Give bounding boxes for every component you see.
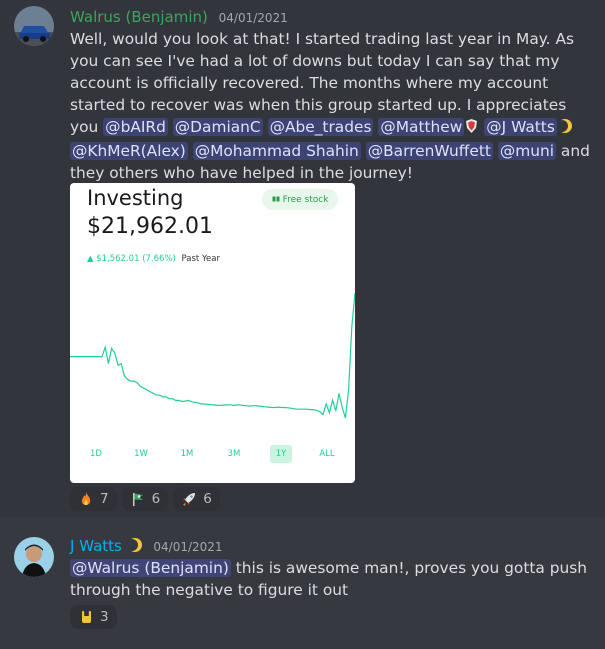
user-mention[interactable]: @Abe_trades [267, 118, 374, 136]
message-text [188, 142, 193, 160]
image-attachment[interactable]: Investing $21,962.01 Free stock ▲ $1,562… [70, 183, 355, 483]
range-tab-all[interactable]: ALL [316, 445, 338, 463]
reaction-count: 3 [100, 609, 109, 625]
moon-emoji [555, 118, 573, 140]
avatar-walrus[interactable] [14, 6, 54, 46]
message-header: J Watts 04/01/2021 [70, 537, 223, 557]
message-text [263, 118, 268, 136]
shield-emoji [464, 118, 479, 140]
message-walrus: Walrus (Benjamin) 04/01/2021 Well, would… [0, 0, 605, 517]
author-name[interactable]: Walrus (Benjamin) [70, 8, 208, 26]
range-tab-1m[interactable]: 1M [176, 445, 198, 463]
reactions: 3 [70, 605, 117, 629]
reaction-fire[interactable]: 7 [70, 487, 117, 511]
user-mention[interactable]: @Matthew [378, 118, 465, 136]
author-name[interactable]: J Watts [70, 537, 122, 555]
timestamp: 04/01/2021 [218, 11, 288, 25]
flag-icon [130, 491, 146, 507]
message-content: Well, would you look at that! I started … [70, 28, 590, 184]
change-summary: ▲ $1,562.01 (7.66%) Past Year [87, 254, 220, 264]
user-mention[interactable]: @muni [497, 142, 557, 160]
rocket-icon [181, 491, 197, 507]
reactions: 7 6 6 [70, 487, 220, 511]
free-stock-badge: Free stock [262, 189, 338, 210]
user-mention[interactable]: @Mohammad Shahin [192, 142, 361, 160]
change-period: Past Year [181, 254, 220, 264]
fire-icon [78, 491, 94, 507]
card-title: Investing [87, 186, 184, 210]
user-mention[interactable]: @bAIRd [103, 118, 168, 136]
range-tabs: 1D 1W 1M 3M 1Y ALL [70, 445, 355, 463]
badge-label: Free stock [282, 194, 329, 205]
user-mention[interactable]: @BarrenWuffett [365, 142, 493, 160]
timestamp: 04/01/2021 [153, 540, 223, 554]
moon-emoji [125, 537, 143, 557]
range-tab-1y[interactable]: 1Y [270, 445, 292, 463]
reaction-count: 7 [100, 491, 109, 507]
portfolio-chart [70, 292, 355, 419]
avatar-jwatts[interactable] [14, 537, 54, 577]
reaction-rock-on[interactable]: 3 [70, 605, 117, 629]
range-tab-1w[interactable]: 1W [130, 445, 152, 463]
message-header: Walrus (Benjamin) 04/01/2021 [70, 8, 288, 26]
message-jwatts: J Watts 04/01/2021 @Walrus (Benjamin) th… [0, 517, 605, 649]
reaction-count: 6 [203, 491, 212, 507]
user-mention[interactable]: @Walrus (Benjamin) [70, 559, 231, 577]
change-value: ▲ $1,562.01 (7.66%) [87, 254, 176, 264]
rock-on-icon [78, 609, 94, 625]
chart-line [70, 292, 355, 419]
reaction-flag[interactable]: 6 [121, 487, 169, 511]
range-tab-1d[interactable]: 1D [85, 445, 107, 463]
reaction-rocket[interactable]: 6 [173, 487, 220, 511]
range-tab-3m[interactable]: 3M [223, 445, 245, 463]
reaction-count: 6 [151, 491, 161, 507]
portfolio-value: $21,962.01 [87, 214, 213, 239]
gift-icon [272, 194, 280, 205]
user-mention[interactable]: @DamianC [172, 118, 263, 136]
user-mention[interactable]: @KhMeR(Alex) [70, 142, 188, 160]
message-content: @Walrus (Benjamin) this is awesome man!,… [70, 557, 590, 601]
message-text [361, 142, 366, 160]
user-mention[interactable]: @J Watts [484, 118, 557, 136]
